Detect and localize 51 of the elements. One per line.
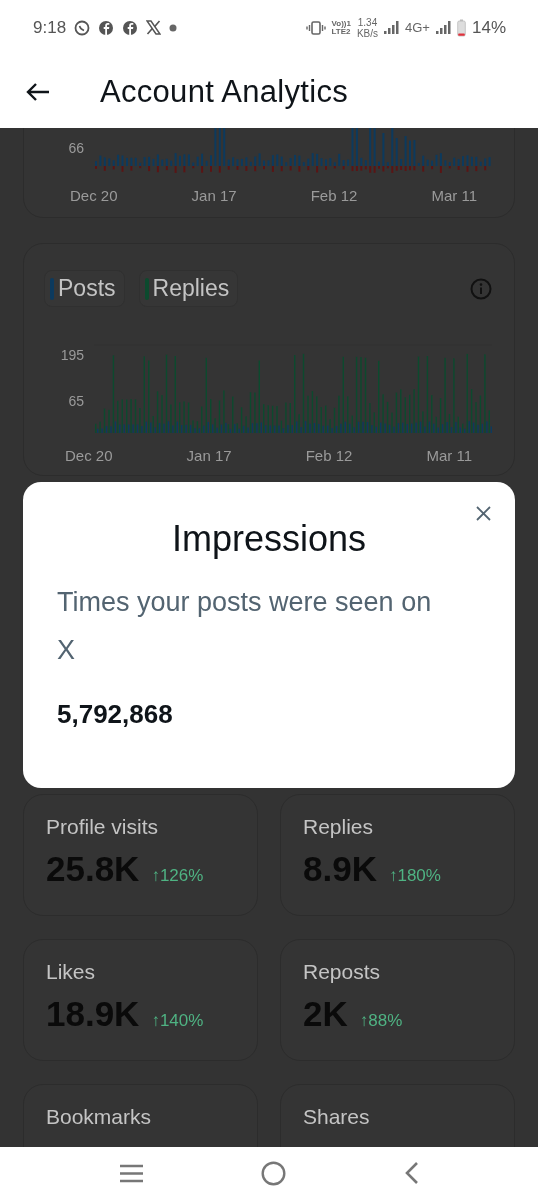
battery-icon bbox=[456, 18, 466, 37]
dialog-value: 5,792,868 bbox=[57, 699, 174, 730]
stat-label: Shares bbox=[303, 1105, 371, 1129]
axis-label: Feb 12 bbox=[310, 187, 358, 205]
signal-icon bbox=[384, 21, 400, 34]
x-logo-icon bbox=[146, 20, 162, 35]
f-circle-icon bbox=[98, 19, 115, 36]
axis-label: Jan 17 bbox=[186, 447, 232, 465]
vibrate-icon bbox=[305, 20, 326, 35]
volte-label: Vo))1 bbox=[331, 19, 351, 28]
stat-change: ↑88% bbox=[359, 1011, 403, 1031]
close-button[interactable] bbox=[476, 506, 491, 521]
lte-label: LTE2 bbox=[331, 27, 351, 36]
home-icon[interactable] bbox=[261, 1160, 287, 1186]
legend-label: Replies bbox=[152, 275, 230, 302]
dot-icon bbox=[169, 23, 178, 32]
axis-label: Mar 11 bbox=[431, 187, 477, 205]
stat-card[interactable]: Shares bbox=[280, 1084, 515, 1147]
axis-label: Dec 20 bbox=[65, 447, 113, 465]
stat-change: ↑140% bbox=[151, 1011, 204, 1031]
network-type: 4G+ bbox=[405, 20, 430, 35]
dialog-description: Times your posts were seen on X bbox=[57, 586, 433, 667]
axis-label: Dec 20 bbox=[70, 187, 118, 205]
stat-change: ↑126% bbox=[151, 866, 204, 886]
battery-percent: 14% bbox=[471, 17, 506, 38]
data-speed: 1.34 bbox=[357, 16, 378, 28]
legend-chip[interactable]: Posts bbox=[44, 270, 125, 307]
stat-change: ↑180% bbox=[388, 866, 441, 886]
back-icon[interactable] bbox=[404, 1161, 420, 1185]
axis-label: 66 bbox=[68, 140, 84, 156]
status-time: 9:18 bbox=[33, 17, 67, 38]
stat-label: Replies bbox=[303, 815, 375, 839]
axis-label: 195 bbox=[60, 347, 84, 363]
stat-label: Likes bbox=[46, 960, 97, 984]
stat-card[interactable]: Bookmarks bbox=[23, 1084, 258, 1147]
back-arrow-icon[interactable] bbox=[26, 81, 50, 102]
legend-chip[interactable]: Replies bbox=[138, 270, 239, 307]
dialog-title: Impressions bbox=[170, 518, 368, 560]
axis-label: 65 bbox=[68, 393, 84, 409]
menu-icon[interactable] bbox=[118, 1163, 144, 1183]
axis-label: Jan 17 bbox=[191, 187, 237, 205]
axis-label: Mar 11 bbox=[426, 447, 472, 465]
f-circle-icon bbox=[122, 19, 139, 36]
axis-label: Feb 12 bbox=[305, 447, 353, 465]
speed-unit: KB/s bbox=[356, 27, 379, 39]
stat-label: Reposts bbox=[303, 960, 382, 984]
stat-label: Bookmarks bbox=[46, 1105, 153, 1129]
stat-label: Profile visits bbox=[46, 815, 160, 839]
signal-icon bbox=[435, 21, 451, 34]
legend-label: Posts bbox=[58, 275, 116, 302]
page-title: Account Analytics bbox=[100, 73, 349, 110]
